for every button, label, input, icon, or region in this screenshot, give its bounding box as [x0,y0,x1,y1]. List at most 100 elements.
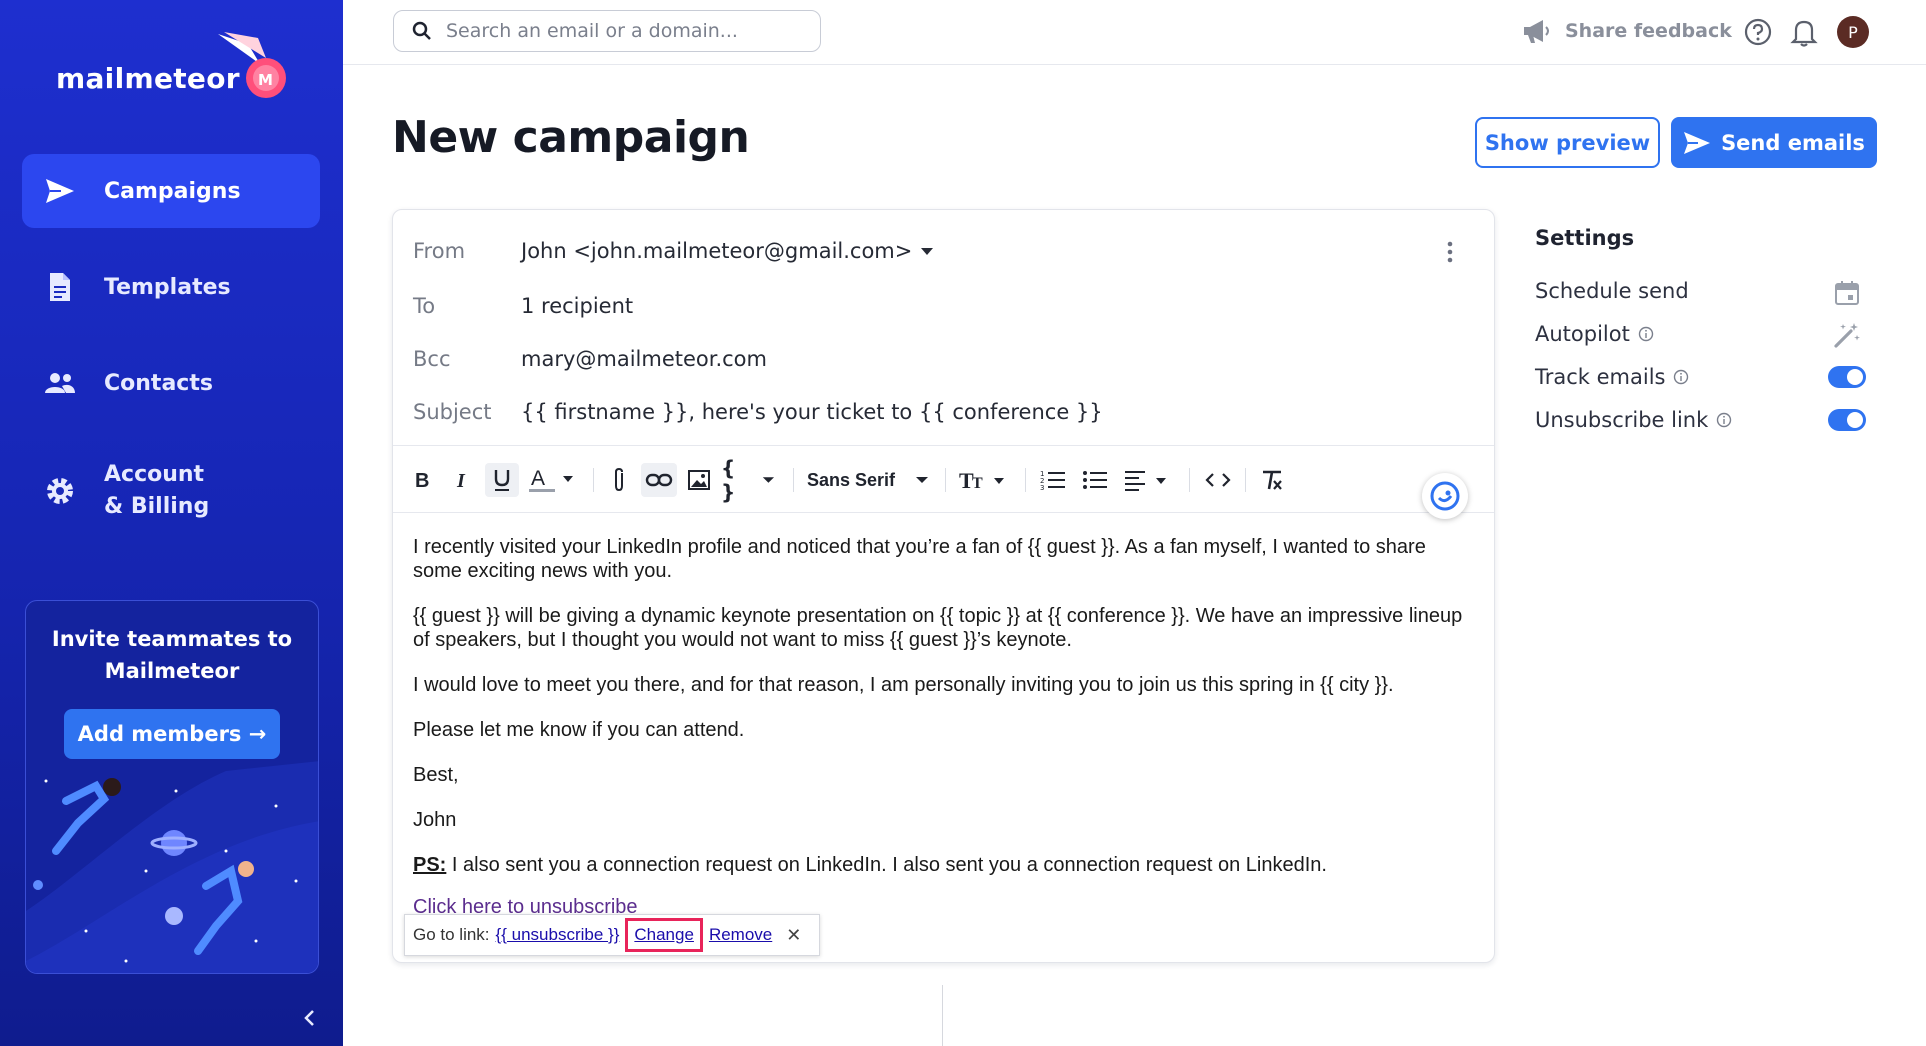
ps-text: I also sent you a connection request on … [446,854,1327,876]
sidebar-item-label: Templates [104,274,231,300]
notification-bell-icon[interactable] [1790,17,1818,47]
text-size-icon: TT [959,468,1004,492]
body-paragraph: Please let me know if you can attend. [413,719,745,741]
sidebar-item-label: & Billing [104,494,210,519]
subject-value: {{ firstname }}, here's your ticket to {… [521,400,1103,424]
bcc-value: mary@mailmeteor.com [521,347,767,371]
svg-text:3: 3 [1040,484,1044,491]
italic-icon: I [456,470,466,490]
font-family-select[interactable]: Sans Serif [807,463,933,497]
search-input[interactable]: Search an email or a domain... [393,10,821,52]
field-label: Bcc [413,347,451,371]
sidebar-item-templates[interactable]: Templates [22,250,320,324]
image-button[interactable] [685,463,713,497]
send-emails-label: Send emails [1721,130,1865,155]
remove-link-button[interactable]: Remove [709,925,772,945]
app-logo-text: mailmeteor [56,62,240,95]
sidebar: mailmeteor M Campaigns Templates Contact… [0,0,343,1046]
email-body[interactable]: I recently visited your LinkedIn profile… [413,535,1473,898]
grammar-assistant-icon[interactable] [1422,473,1468,519]
align-left-icon [1125,471,1166,491]
track-emails-toggle[interactable] [1827,364,1867,390]
unsubscribe-link-toggle[interactable] [1827,407,1867,433]
text-color-icon: A [529,467,573,492]
page-title: New campaign [392,112,750,163]
sidebar-item-contacts[interactable]: Contacts [22,346,320,420]
chevron-down-icon [762,477,775,483]
setting-label: Unsubscribe link [1535,408,1709,432]
align-dropdown[interactable] [1121,463,1177,497]
recipient-value: 1 recipient [521,294,634,318]
info-icon[interactable] [1716,412,1732,428]
close-icon[interactable]: ✕ [786,925,801,946]
clear-formatting-icon [1263,470,1282,490]
variables-icon: { } [721,456,736,504]
underline-icon [494,470,510,491]
setting-label: Schedule send [1535,279,1689,303]
bold-button[interactable]: B [407,463,437,497]
bullet-list-icon [1083,471,1107,489]
add-members-button[interactable]: Add members → [64,709,280,759]
variables-dropdown[interactable]: { } [721,456,777,504]
paperclip-icon [615,467,623,492]
setting-unsubscribe-link[interactable]: Unsubscribe link [1535,405,1732,435]
setting-label: Autopilot [1535,322,1630,346]
formatting-toolbar: B I A { } Sans Serif TT 123 [393,445,1494,513]
from-field[interactable]: From John <john.mailmeteor@gmail.com> [413,236,934,266]
info-icon[interactable] [1673,369,1689,385]
bcc-field[interactable]: Bcc mary@mailmeteor.com [413,344,767,374]
search-placeholder: Search an email or a domain... [446,20,738,42]
ps-label: PS: [413,854,447,876]
megaphone-icon [1524,20,1549,43]
numbered-list-button[interactable]: 123 [1037,463,1069,497]
search-icon [412,21,431,40]
sidebar-item-account-billing[interactable]: Account & Billing [22,452,320,530]
help-icon[interactable] [1743,17,1773,47]
more-options-icon[interactable] [1446,240,1454,264]
attach-button[interactable] [605,463,633,497]
clear-formatting-button[interactable] [1255,463,1289,497]
sidebar-item-campaigns[interactable]: Campaigns [22,154,320,228]
underline-button[interactable] [485,463,519,497]
schedule-send-button[interactable] [1827,280,1867,306]
sidebar-item-label: Campaigns [104,178,241,204]
send-emails-button[interactable]: Send emails [1671,117,1877,168]
document-icon [42,269,78,305]
setting-schedule-send[interactable]: Schedule send [1535,276,1689,306]
toggle-switch[interactable] [1828,409,1866,431]
people-icon [42,365,78,401]
code-view-button[interactable] [1201,463,1235,497]
autopilot-button[interactable] [1827,322,1867,348]
sidebar-item-label: Contacts [104,370,213,396]
space-illustration [26,761,318,973]
body-paragraph: Best, [413,764,459,786]
link-url[interactable]: {{ unsubscribe }} [496,925,620,945]
text-color-dropdown[interactable]: A [525,463,581,497]
ps-paragraph: PS: I also sent you a connection request… [413,853,1473,877]
code-icon [1205,473,1231,487]
change-link-button[interactable]: Change [625,918,703,952]
setting-label: Track emails [1535,365,1666,389]
subject-field[interactable]: Subject {{ firstname }}, here's your tic… [413,397,1103,427]
send-icon [1684,131,1711,154]
info-icon[interactable] [1638,326,1654,342]
sender-value: John <john.mailmeteor@gmail.com> [521,239,913,263]
toggle-switch[interactable] [1828,366,1866,388]
font-size-dropdown[interactable]: TT [957,463,1013,497]
settings-title: Settings [1535,226,1635,250]
setting-autopilot[interactable]: Autopilot [1535,319,1654,349]
italic-button[interactable]: I [447,463,477,497]
gear-icon [42,473,78,509]
bullet-list-button[interactable] [1079,463,1111,497]
topbar: Search an email or a domain... Share fee… [343,0,1926,65]
magic-wand-icon [1834,323,1860,348]
body-paragraph: I would love to meet you there, and for … [413,674,1394,696]
setting-track-emails[interactable]: Track emails [1535,362,1689,392]
chevron-down-icon[interactable] [920,246,934,256]
collapse-sidebar-icon[interactable] [300,1008,320,1028]
share-feedback-button[interactable]: Share feedback [1521,14,1732,48]
to-field[interactable]: To 1 recipient [413,291,633,321]
user-avatar[interactable]: P [1837,16,1869,48]
link-button[interactable] [641,463,677,497]
show-preview-button[interactable]: Show preview [1475,117,1660,168]
